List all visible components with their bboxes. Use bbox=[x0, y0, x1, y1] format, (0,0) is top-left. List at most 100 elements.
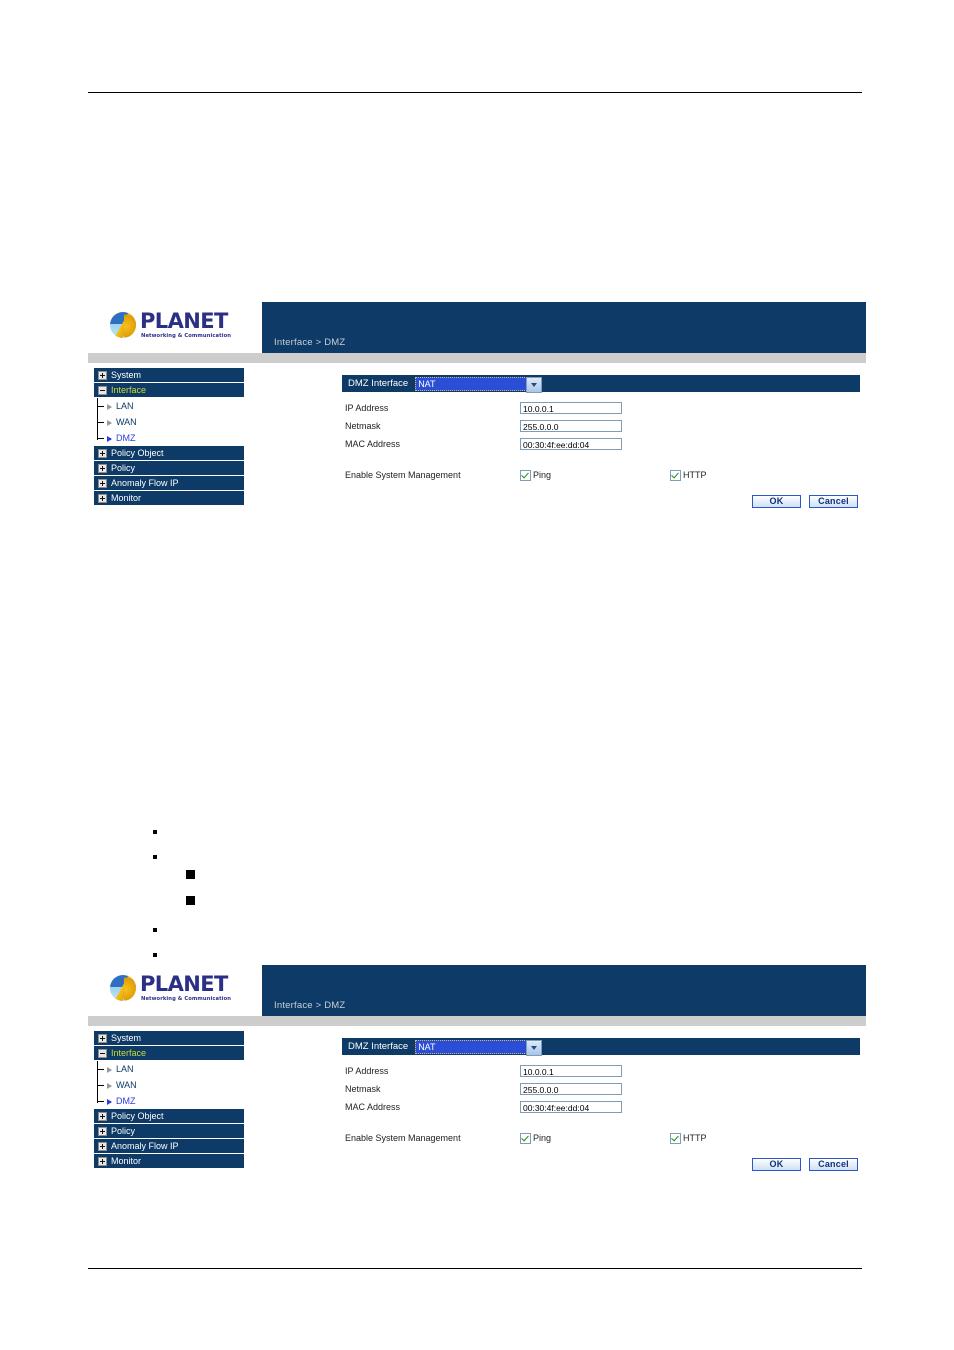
sidebar-item-interface[interactable]: Interface bbox=[94, 383, 244, 397]
sidebar-item-anomaly-flow-ip[interactable]: Anomaly Flow IP bbox=[94, 1139, 244, 1153]
checkbox-checked-icon[interactable] bbox=[520, 1132, 531, 1144]
sidebar-item-monitor[interactable]: Monitor bbox=[94, 491, 244, 505]
sidebar-item-system[interactable]: System bbox=[94, 368, 244, 382]
dmz-mode-select[interactable]: NAT bbox=[415, 1039, 543, 1056]
expand-plus-icon[interactable] bbox=[98, 1126, 107, 1136]
sidebar-item-label: Interface bbox=[111, 385, 147, 395]
form-row-netmask: Netmask 255.0.0.0 bbox=[342, 417, 860, 435]
breadcrumb: Interface > DMZ bbox=[274, 1000, 346, 1011]
expand-plus-icon[interactable] bbox=[98, 1033, 107, 1043]
expand-plus-icon[interactable] bbox=[98, 1156, 107, 1166]
sidebar-item-monitor[interactable]: Monitor bbox=[94, 1154, 244, 1168]
globe-icon bbox=[110, 312, 136, 339]
ok-button[interactable]: OK bbox=[752, 495, 801, 508]
field-label: Netmask bbox=[345, 1084, 381, 1094]
mac-address-input[interactable]: 00:30:4f:ee:dd:04 bbox=[520, 438, 622, 450]
form-row-system-management: Enable System Management Ping HTTP bbox=[342, 1129, 860, 1147]
form-row-netmask: Netmask 255.0.0.0 bbox=[342, 1080, 860, 1098]
brand-tagline: Networking & Communication bbox=[141, 333, 232, 339]
checkbox-checked-icon[interactable] bbox=[670, 1132, 682, 1144]
expand-plus-icon[interactable] bbox=[98, 493, 107, 503]
field-label: IP Address bbox=[345, 403, 389, 413]
sidebar: System Interface LAN WAN DMZ Policy Obje… bbox=[94, 368, 244, 506]
globe-icon bbox=[110, 975, 136, 1002]
netmask-input[interactable]: 255.0.0.0 bbox=[520, 1083, 622, 1095]
sidebar-item-wan[interactable]: WAN bbox=[97, 1077, 244, 1093]
expand-plus-icon[interactable] bbox=[98, 478, 107, 488]
ip-address-input[interactable]: 10.0.0.1 bbox=[520, 1065, 622, 1077]
cancel-button[interactable]: Cancel bbox=[809, 1158, 858, 1171]
expand-plus-icon[interactable] bbox=[98, 448, 107, 458]
collapse-minus-icon[interactable] bbox=[98, 385, 107, 395]
form-row-mac-address: MAC Address 00:30:4f:ee:dd:04 bbox=[342, 435, 860, 453]
checkbox-http[interactable]: HTTP bbox=[670, 1132, 707, 1144]
form-row-system-management: Enable System Management Ping HTTP bbox=[342, 466, 860, 484]
dmz-form: DMZ Interface NAT IP Address 10.0.0.1 Ne… bbox=[342, 1038, 860, 1171]
page-header-rule bbox=[88, 92, 862, 93]
ip-address-input[interactable]: 10.0.0.1 bbox=[520, 402, 622, 414]
sidebar-item-policy-object[interactable]: Policy Object bbox=[94, 446, 244, 460]
dmz-mode-value: NAT bbox=[418, 1041, 436, 1052]
arrow-right-icon bbox=[107, 1067, 112, 1073]
sidebar-item-interface[interactable]: Interface bbox=[94, 1046, 244, 1060]
checkbox-ping[interactable]: Ping bbox=[520, 469, 552, 481]
breadcrumb: Interface > DMZ bbox=[274, 337, 346, 348]
sidebar-item-label: Policy Object bbox=[111, 1111, 164, 1121]
sidebar-item-wan[interactable]: WAN bbox=[97, 414, 244, 430]
form-fields: IP Address 10.0.0.1 Netmask 255.0.0.0 MA… bbox=[342, 1055, 860, 1171]
sidebar-item-lan[interactable]: LAN bbox=[97, 1061, 244, 1077]
sidebar: System Interface LAN WAN DMZ Policy Obje… bbox=[94, 1031, 244, 1169]
expand-plus-icon[interactable] bbox=[98, 1141, 107, 1151]
sidebar-item-anomaly-flow-ip[interactable]: Anomaly Flow IP bbox=[94, 476, 244, 490]
dmz-mode-value: NAT bbox=[418, 378, 436, 389]
bullet-square bbox=[186, 896, 195, 905]
expand-plus-icon[interactable] bbox=[98, 463, 107, 473]
field-label: Netmask bbox=[345, 421, 381, 431]
bullet-point bbox=[153, 928, 157, 932]
field-label: MAC Address bbox=[345, 1102, 401, 1112]
field-label: MAC Address bbox=[345, 439, 401, 449]
checkbox-checked-icon[interactable] bbox=[670, 469, 682, 481]
form-titlebar: DMZ Interface NAT bbox=[342, 1038, 860, 1056]
dmz-mode-select[interactable]: NAT bbox=[415, 376, 543, 393]
sidebar-item-policy[interactable]: Policy bbox=[94, 1124, 244, 1138]
logo-text: PLANET Networking & Communication bbox=[140, 974, 231, 1002]
chevron-down-icon[interactable] bbox=[526, 1039, 543, 1056]
bullet-point bbox=[153, 855, 157, 859]
app-body: System Interface LAN WAN DMZ Policy Obje… bbox=[88, 1027, 866, 1186]
checkbox-label: Ping bbox=[533, 470, 552, 480]
form-fields: IP Address 10.0.0.1 Netmask 255.0.0.0 MA… bbox=[342, 392, 860, 508]
header-separator-bar bbox=[88, 353, 866, 364]
sidebar-item-policy[interactable]: Policy bbox=[94, 461, 244, 475]
arrow-right-icon bbox=[107, 436, 112, 442]
checkbox-checked-icon[interactable] bbox=[520, 469, 531, 481]
checkbox-label: HTTP bbox=[683, 1133, 707, 1143]
app-header: PLANET Networking & Communication Interf… bbox=[88, 302, 866, 353]
sidebar-item-dmz[interactable]: DMZ bbox=[97, 430, 244, 446]
sidebar-item-label: Interface bbox=[111, 1048, 147, 1058]
sidebar-item-label: Monitor bbox=[111, 1156, 142, 1166]
sidebar-item-policy-object[interactable]: Policy Object bbox=[94, 1109, 244, 1123]
cancel-button[interactable]: Cancel bbox=[809, 495, 858, 508]
header-separator-bar bbox=[88, 1016, 866, 1027]
sidebar-item-system[interactable]: System bbox=[94, 1031, 244, 1045]
sidebar-subnav-interface: LAN WAN DMZ bbox=[94, 1061, 244, 1109]
chevron-down-icon[interactable] bbox=[526, 376, 543, 393]
expand-plus-icon[interactable] bbox=[98, 1111, 107, 1121]
sidebar-item-dmz[interactable]: DMZ bbox=[97, 1093, 244, 1109]
expand-plus-icon[interactable] bbox=[98, 370, 107, 380]
checkbox-ping[interactable]: Ping bbox=[520, 1132, 551, 1144]
app-body: System Interface LAN WAN DMZ Policy Obje… bbox=[88, 364, 866, 523]
logo-area: PLANET Networking & Communication bbox=[88, 965, 262, 1016]
collapse-minus-icon[interactable] bbox=[98, 1048, 107, 1058]
ok-button[interactable]: OK bbox=[752, 1158, 801, 1171]
mac-address-input[interactable]: 00:30:4f:ee:dd:04 bbox=[520, 1101, 622, 1113]
netmask-input[interactable]: 255.0.0.0 bbox=[520, 420, 622, 432]
form-actions: OK Cancel bbox=[342, 1158, 860, 1171]
screenshot-panel-1: PLANET Networking & Communication Interf… bbox=[88, 302, 866, 523]
sidebar-item-lan[interactable]: LAN bbox=[97, 398, 244, 414]
form-row-ip-address: IP Address 10.0.0.1 bbox=[342, 1062, 860, 1080]
checkbox-http[interactable]: HTTP bbox=[670, 469, 707, 481]
bullet-square bbox=[186, 870, 195, 879]
brand-name: PLANET bbox=[140, 972, 228, 996]
